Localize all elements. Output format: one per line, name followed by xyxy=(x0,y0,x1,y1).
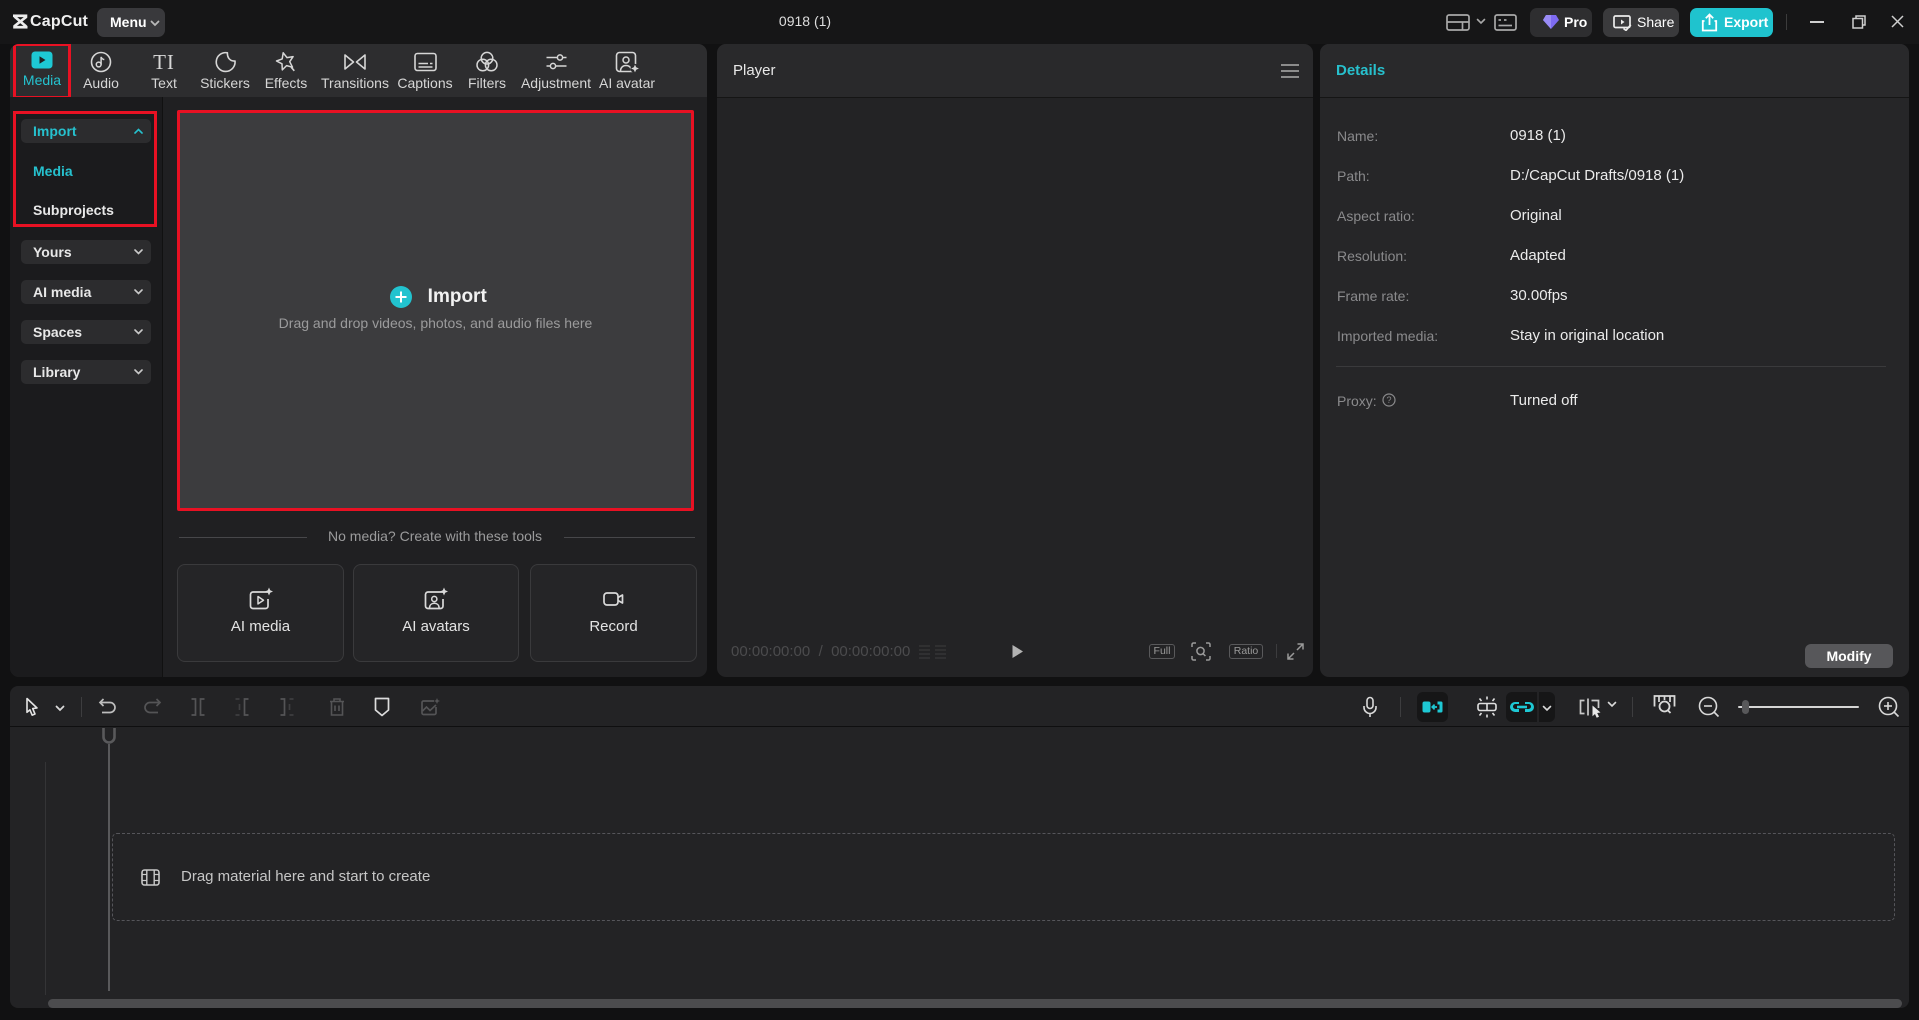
svg-text:?: ? xyxy=(1386,395,1391,405)
